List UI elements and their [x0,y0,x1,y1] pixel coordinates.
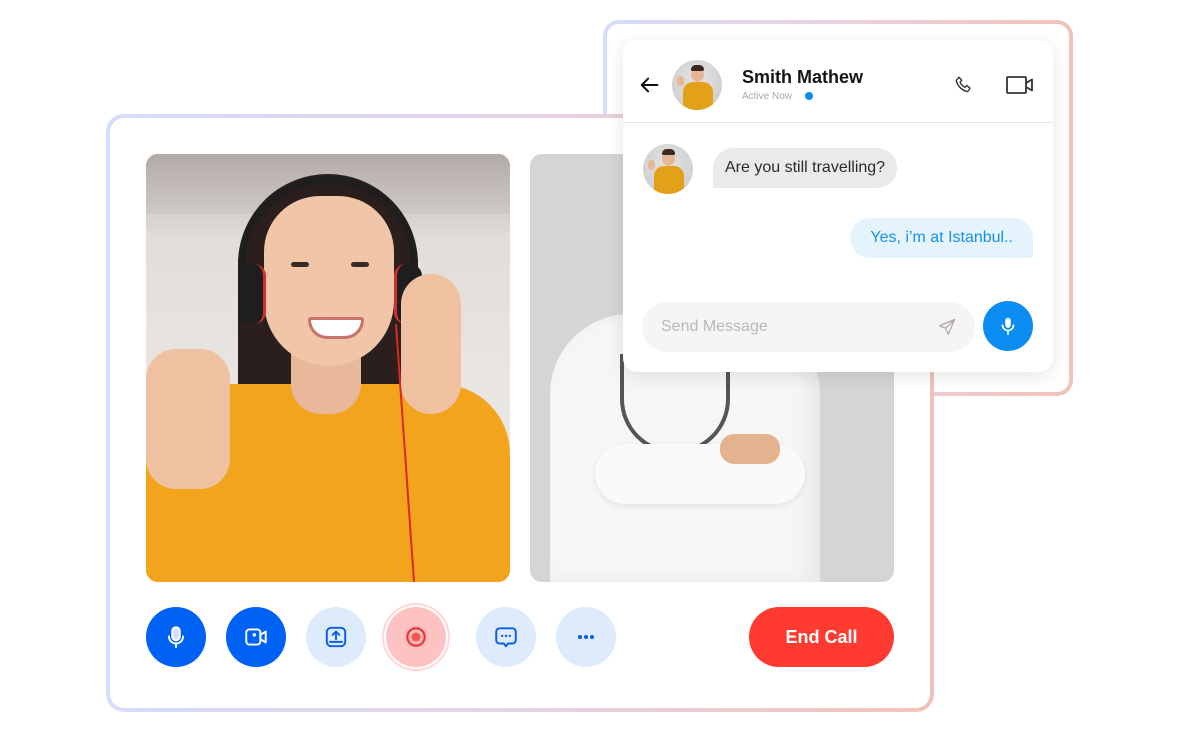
message-input[interactable] [661,302,921,352]
send-icon[interactable] [937,317,957,337]
phone-call-icon[interactable] [953,74,975,96]
share-screen-button[interactable] [306,607,366,667]
online-status-dot [805,92,813,100]
message-sender-avatar [643,144,693,194]
incoming-message: Are you still travelling? [713,148,898,188]
toggle-video-button[interactable] [226,607,286,667]
more-options-icon [577,634,595,640]
more-options-button[interactable] [556,607,616,667]
outgoing-message: Yes, i’m at Istanbul.. [850,218,1033,258]
microphone-icon [167,626,185,649]
open-chat-button[interactable] [476,607,536,667]
mute-microphone-button[interactable] [146,607,206,667]
share-screen-icon [325,626,347,648]
chat-header: Smith Mathew Active Now [623,40,1053,123]
video-call-icon[interactable] [1006,75,1034,95]
video-tile-participant-1[interactable] [146,154,510,582]
microphone-icon [1001,317,1015,336]
end-call-button[interactable]: End Call [749,607,894,667]
message-input-container [642,302,975,352]
back-arrow-icon[interactable] [639,74,661,96]
voice-message-button[interactable] [983,301,1033,351]
contact-avatar[interactable] [672,60,722,110]
record-button[interactable] [386,607,446,667]
chat-panel: Smith Mathew Active Now Are you still tr… [623,40,1053,372]
contact-status: Active Now [742,91,793,102]
video-camera-icon [245,628,267,646]
record-icon [404,625,428,649]
chat-bubble-icon [495,627,517,648]
contact-name: Smith Mathew [742,67,864,87]
